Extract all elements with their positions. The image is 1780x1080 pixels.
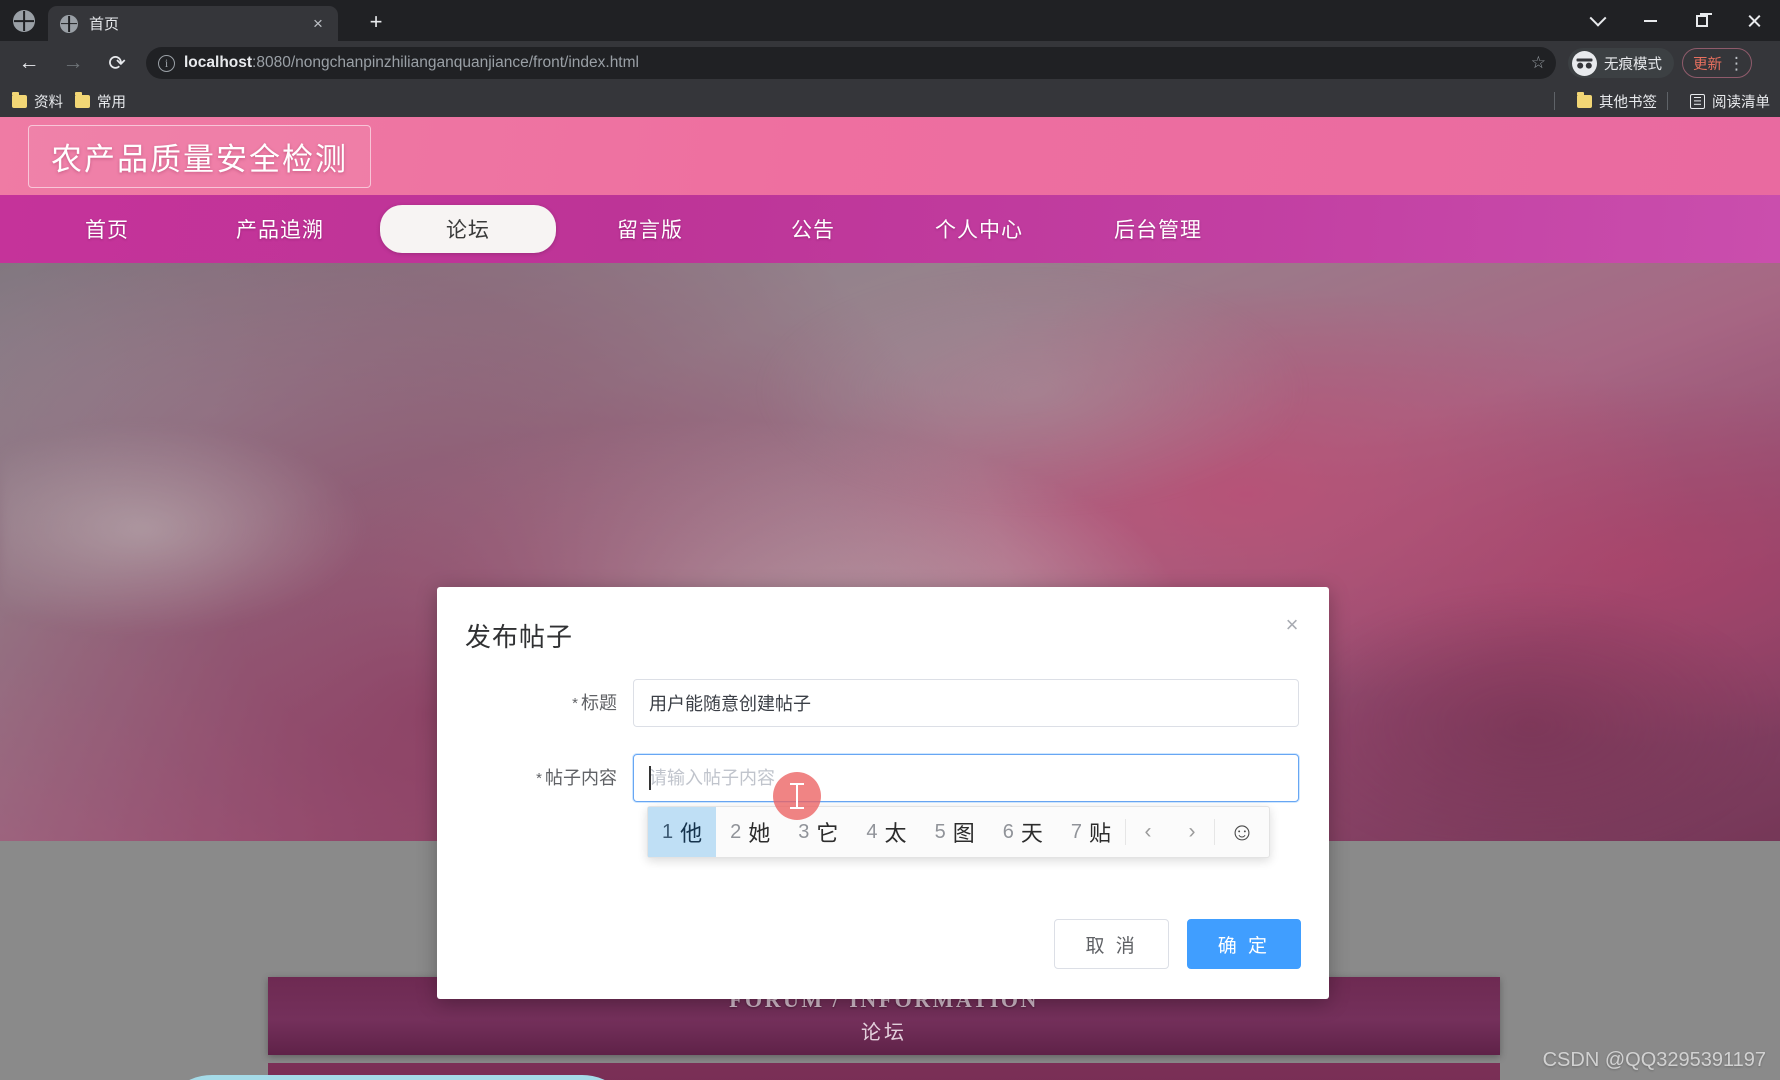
required-mark: *: [572, 695, 578, 712]
confirm-button[interactable]: 确 定: [1186, 919, 1301, 969]
publish-post-dialog: 发布帖子 × *标题 *帖子内容: [437, 587, 1329, 999]
tab-strip: 首页 × +: [0, 0, 1780, 41]
ime-candidate-1[interactable]: 2 她: [716, 807, 784, 857]
browser-tab[interactable]: 首页 ×: [48, 6, 338, 41]
ime-candidate-3[interactable]: 4 太: [852, 807, 920, 857]
title-input[interactable]: [633, 679, 1299, 727]
incognito-indicator[interactable]: 无痕模式: [1568, 48, 1674, 78]
window-controls: [1572, 0, 1780, 41]
ime-candidate-char: 天: [1020, 821, 1043, 846]
browser-toolbar: ← → ⟳ i localhost:8080/nongchanpinzhilia…: [0, 41, 1780, 85]
content-label-text: 帖子内容: [545, 768, 617, 788]
other-bookmarks-label: 其他书签: [1599, 94, 1657, 111]
minimize-icon[interactable]: [1624, 0, 1676, 41]
ime-candidate-char: 贴: [1088, 821, 1111, 846]
browser-chrome: 首页 × + ← → ⟳ i localhost:8080/nongchanpi…: [0, 0, 1780, 117]
update-button[interactable]: 更新 ⋮: [1682, 48, 1752, 78]
screenshot-root: 首页 × + ← → ⟳ i localhost:8080/nongchanpi…: [0, 0, 1780, 1080]
ime-candidate-number: 7: [1070, 820, 1082, 843]
chevron-down-icon[interactable]: [1572, 0, 1624, 41]
bookmark-label: 资料: [34, 94, 63, 111]
ime-candidate-bar: 1 他 2 她 3 它 4 太 5 图 6 天 7 贴 ‹ › ☺: [647, 806, 1270, 858]
ime-candidate-char: 太: [884, 821, 907, 846]
divider: [1667, 92, 1668, 110]
back-icon[interactable]: ←: [10, 44, 48, 82]
dialog-body: *标题 *帖子内容 1 他: [437, 673, 1329, 858]
web-page: 农产品质量安全检测 首页 产品追溯 论坛 留言版 公告 个人中心 后台管理 FO…: [0, 117, 1780, 1080]
incognito-label: 无痕模式: [1604, 56, 1662, 73]
ime-candidate-0[interactable]: 1 他: [648, 807, 717, 857]
reading-list-label: 阅读清单: [1712, 94, 1770, 111]
bookmark-label: 常用: [97, 94, 126, 111]
bookmark-item-0[interactable]: 资料: [12, 91, 63, 112]
url-text: localhost:8080/nongchanpinzhilianganquan…: [184, 54, 1523, 72]
required-mark: *: [536, 770, 542, 787]
chevron-right-icon[interactable]: ›: [1170, 807, 1214, 857]
ime-candidate-6[interactable]: 7 贴: [1057, 807, 1125, 857]
dialog-title: 发布帖子: [465, 622, 574, 652]
bookmarks-bar: 资料 常用 其他书签 阅读清单: [0, 85, 1780, 117]
bookmark-star-icon[interactable]: ☆: [1531, 53, 1546, 73]
ime-candidate-number: 4: [866, 820, 878, 843]
text-caret: [649, 766, 651, 790]
ime-candidate-4[interactable]: 5 图: [921, 807, 989, 857]
folder-icon: [12, 92, 27, 108]
ime-candidate-char: 她: [748, 821, 771, 846]
url-host: localhost: [184, 54, 253, 71]
ime-candidate-5[interactable]: 6 天: [989, 807, 1057, 857]
close-icon[interactable]: ×: [308, 14, 328, 34]
cancel-button[interactable]: 取 消: [1054, 919, 1169, 969]
divider: [1554, 92, 1555, 110]
incognito-glasses-icon: [1576, 58, 1593, 69]
content-input[interactable]: [633, 754, 1299, 802]
other-bookmarks-button[interactable]: 其他书签: [1577, 91, 1657, 112]
reading-list-button[interactable]: 阅读清单: [1690, 91, 1770, 112]
bookmarks-bar-right: 其他书签 阅读清单: [1544, 85, 1780, 117]
ime-candidate-number: 6: [1002, 820, 1014, 843]
ime-candidate-char: 他: [680, 821, 703, 846]
bookmark-item-1[interactable]: 常用: [75, 91, 126, 112]
window-app-icon: [13, 10, 35, 32]
globe-icon: [60, 14, 78, 33]
ime-candidate-number: 3: [798, 820, 810, 843]
reload-icon[interactable]: ⟳: [98, 44, 136, 82]
reading-list-icon: [1690, 93, 1705, 109]
dialog-header: 发布帖子 ×: [437, 587, 1329, 673]
ime-candidate-number: 1: [662, 820, 674, 843]
form-row-title: * 标题: [467, 679, 1299, 728]
dialog-footer: 取 消 确 定: [1054, 919, 1301, 969]
emoji-icon[interactable]: ☺: [1215, 807, 1269, 857]
ime-candidate-char: 它: [816, 821, 839, 846]
window-close-icon[interactable]: [1728, 0, 1780, 41]
content-field-control: 1 他 2 她 3 它 4: [633, 754, 1299, 858]
ime-candidate-char: 图: [952, 821, 975, 846]
title-label-text: 标题: [581, 693, 617, 713]
tab-title: 首页: [89, 16, 120, 33]
form-row-content: *帖子内容 1 他 2 她: [467, 754, 1299, 858]
url-path: :8080/nongchanpinzhilianganquanjiance/fr…: [252, 54, 639, 71]
chevron-left-icon[interactable]: ‹: [1126, 807, 1170, 857]
browser-menu-icon[interactable]: ⋮: [1728, 55, 1745, 72]
incognito-icon: [1572, 50, 1597, 76]
folder-icon: [1577, 92, 1592, 108]
title-field-label: * 标题: [467, 679, 633, 728]
folder-icon: [75, 92, 90, 108]
maximize-icon[interactable]: [1676, 0, 1728, 41]
ime-candidate-2[interactable]: 3 它: [784, 807, 852, 857]
update-label: 更新: [1693, 56, 1722, 73]
content-field-label: * 帖子内容: [467, 754, 633, 803]
close-icon[interactable]: ×: [1279, 613, 1305, 639]
address-bar[interactable]: i localhost:8080/nongchanpinzhilianganqu…: [146, 47, 1556, 79]
site-info-icon[interactable]: i: [158, 54, 175, 72]
ime-candidate-number: 5: [934, 820, 946, 843]
title-field-control: [633, 679, 1299, 727]
ime-candidate-number: 2: [730, 820, 742, 843]
new-tab-button[interactable]: +: [362, 8, 390, 36]
forward-icon[interactable]: →: [54, 44, 92, 82]
